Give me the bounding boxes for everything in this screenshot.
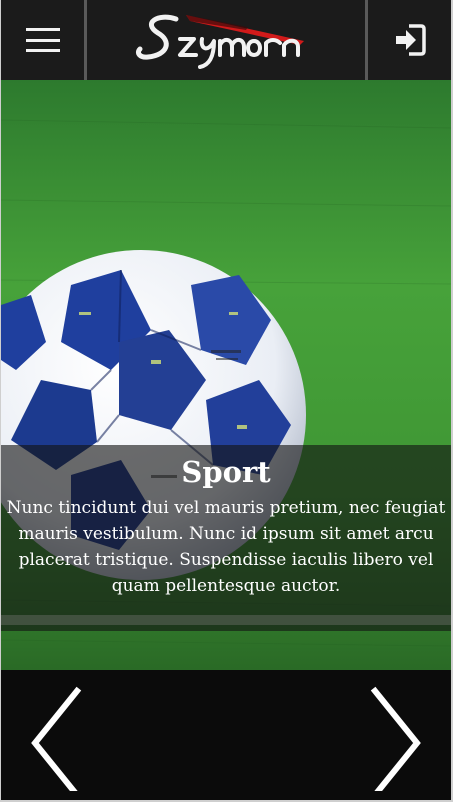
brand-logo[interactable]	[90, 0, 366, 80]
chevron-left-icon	[31, 686, 82, 791]
slide-caption: Sport Nunc tincidunt dui vel mauris pret…	[1, 445, 451, 631]
login-button[interactable]	[365, 0, 451, 80]
app-frame: Sport Nunc tincidunt dui vel mauris pret…	[0, 0, 453, 802]
logo-signature	[135, 14, 304, 69]
logo-letter	[135, 14, 179, 60]
chevron-right-icon	[370, 686, 421, 791]
sign-in-icon	[395, 24, 426, 56]
next-slide-button[interactable]	[341, 670, 451, 800]
hero-slide: Sport Nunc tincidunt dui vel mauris pret…	[1, 80, 451, 670]
menu-button[interactable]	[1, 0, 87, 80]
previous-slide-button[interactable]	[1, 670, 111, 800]
slide-title: Sport	[181, 455, 271, 489]
slide-description: Nunc tincidunt dui vel mauris pretium, n…	[6, 498, 446, 596]
top-bar	[1, 0, 451, 80]
hamburger-menu-icon	[25, 28, 60, 52]
carousel-controls	[1, 670, 451, 800]
